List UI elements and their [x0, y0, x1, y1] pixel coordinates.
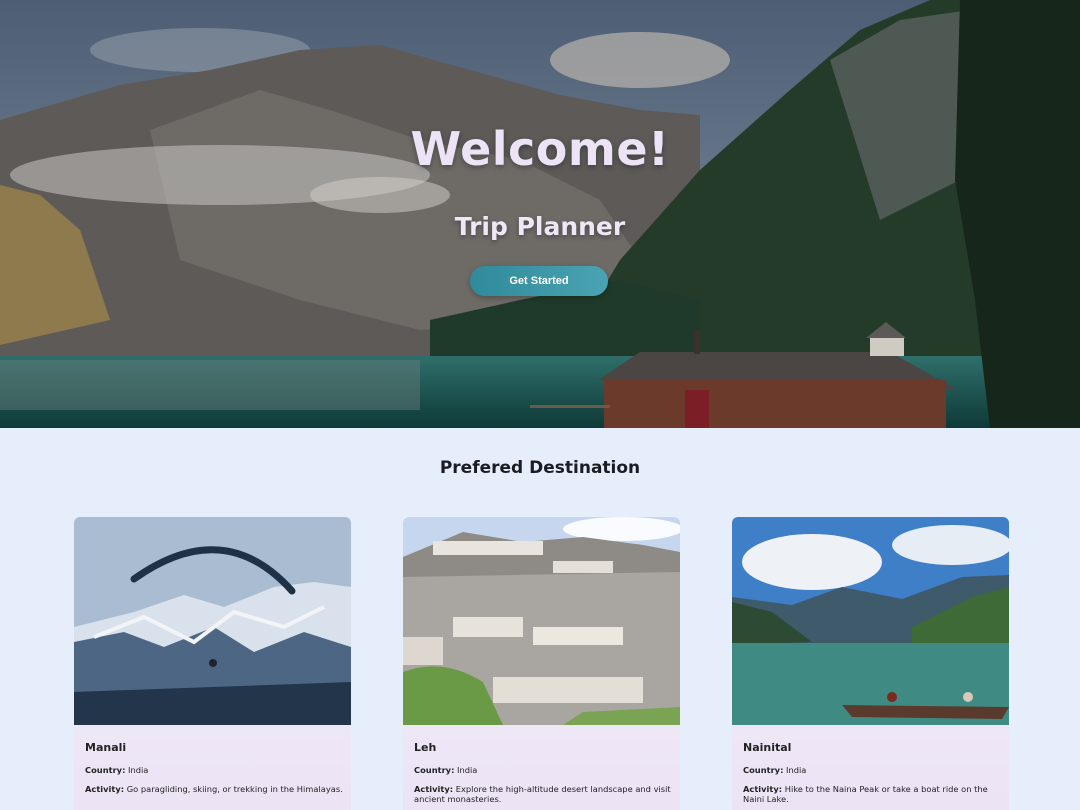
- country-row: Country: India: [414, 765, 672, 775]
- activity-value: Go paragliding, skiing, or trekking in t…: [126, 784, 343, 794]
- country-value: India: [786, 765, 807, 775]
- country-row: Country: India: [85, 765, 343, 775]
- country-label: Country:: [414, 765, 455, 775]
- hero-subtitle: Trip Planner: [454, 212, 626, 241]
- country-value: India: [457, 765, 478, 775]
- destination-name: Nainital: [743, 741, 792, 754]
- destination-card-nainital[interactable]: Nainital Country: India Activity: Hike t…: [732, 517, 1009, 810]
- country-label: Country:: [85, 765, 126, 775]
- country-row: Country: India: [743, 765, 1001, 775]
- section-title: Prefered Destination: [439, 458, 641, 478]
- activity-value: Explore the high-altitude desert landsca…: [414, 784, 671, 804]
- destination-name: Leh: [414, 741, 437, 754]
- destination-name: Manali: [85, 741, 127, 754]
- country-label: Country:: [743, 765, 784, 775]
- destination-card-leh[interactable]: Leh Country: India Activity: Explore the…: [403, 517, 680, 810]
- hero-title: Welcome!: [410, 122, 670, 176]
- activity-row: Activity: Explore the high-altitude dese…: [414, 784, 672, 804]
- leh-photo: [403, 517, 680, 725]
- activity-row: Activity: Go paragliding, skiing, or tre…: [85, 784, 343, 794]
- activity-label: Activity:: [85, 784, 125, 794]
- get-started-button[interactable]: Get Started: [470, 266, 608, 296]
- activity-label: Activity:: [414, 784, 454, 794]
- activity-row: Activity: Hike to the Naina Peak or take…: [743, 784, 1001, 804]
- destination-card-manali[interactable]: Manali Country: India Activity: Go parag…: [74, 517, 351, 810]
- country-value: India: [128, 765, 149, 775]
- activity-label: Activity:: [743, 784, 783, 794]
- manali-photo: [74, 517, 351, 725]
- hero-banner: Welcome! Trip Planner Get Started: [0, 0, 1080, 428]
- nainital-photo: [732, 517, 1009, 725]
